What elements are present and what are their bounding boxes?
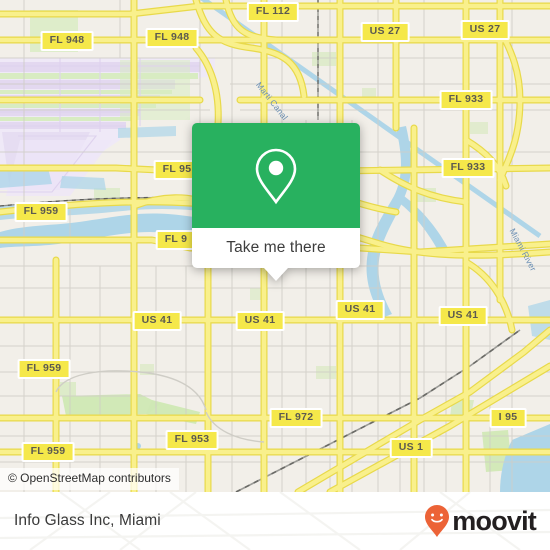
popup-action-area[interactable]: Take me there [192, 228, 360, 268]
road-shield: FL 959 [21, 442, 75, 462]
road-shield: US 27 [460, 20, 510, 40]
road-shield: US 41 [335, 300, 385, 320]
road-shield: FL 948 [40, 31, 94, 51]
road-shield: FL 972 [269, 408, 323, 428]
road-shield: FL 959 [17, 359, 71, 379]
road-shield: FL 9 [155, 230, 197, 250]
footer-bar: Info Glass Inc, Miami moovit [0, 492, 550, 550]
osm-attribution[interactable]: © OpenStreetMap contributors [0, 468, 179, 490]
road-shield: US 41 [132, 311, 182, 331]
moovit-brand-logo[interactable]: moovit [424, 504, 537, 538]
take-me-there-label: Take me there [226, 239, 326, 256]
map-canvas[interactable]: FL 112 FL 948 FL 948 US 27 US 27 FL 933 FL 933… [0, 0, 550, 492]
popup-pointer [264, 268, 288, 281]
popup-icon-area [192, 123, 360, 228]
road-shield: FL 959 [14, 202, 68, 222]
road-shield: US 1 [389, 438, 433, 458]
moovit-wordmark: moovit [452, 505, 537, 536]
road-shield: FL 112 [246, 2, 300, 22]
location-popup[interactable]: Take me there [192, 123, 360, 281]
moovit-map-screen: FL 112 FL 948 FL 948 US 27 US 27 FL 933 FL 933… [0, 0, 550, 550]
road-shield: US 41 [438, 306, 488, 326]
place-name-label: Info Glass Inc, Miami [14, 512, 161, 529]
road-shield: FL 933 [441, 158, 495, 178]
road-shield: FL 948 [145, 28, 199, 48]
road-shield: US 27 [360, 22, 410, 42]
map-pin-icon [255, 148, 297, 204]
moovit-smiley-pin-icon [425, 505, 450, 537]
road-shield: FL 933 [439, 90, 493, 110]
road-shield: US 41 [235, 311, 285, 331]
road-shield: I 95 [489, 408, 527, 428]
road-shield: FL 953 [165, 430, 219, 450]
